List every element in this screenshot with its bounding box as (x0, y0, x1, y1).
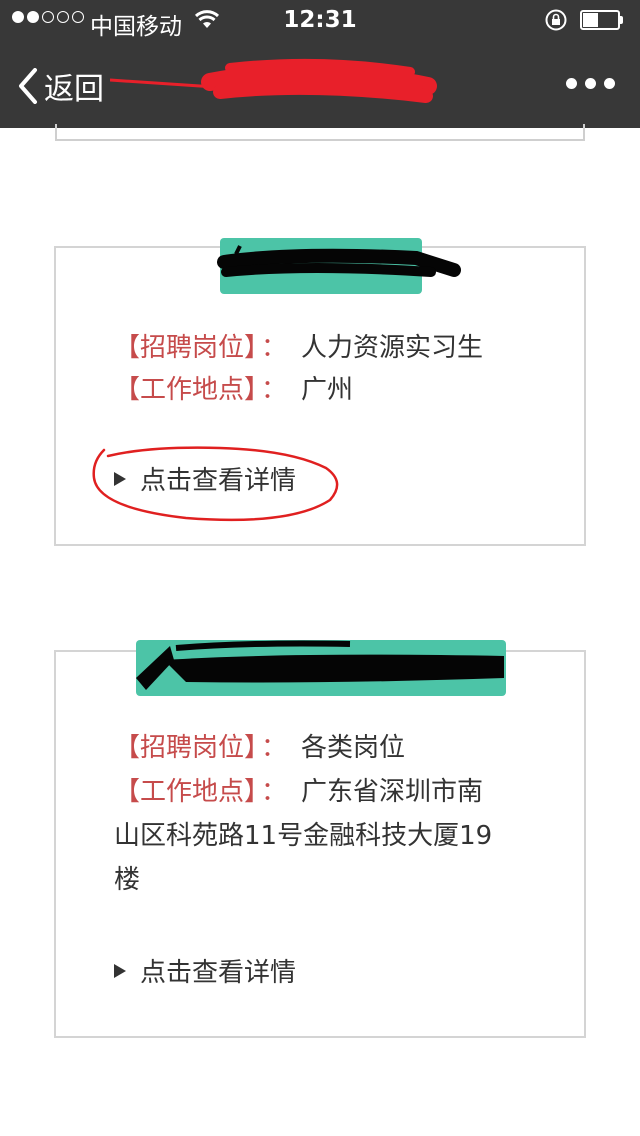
battery-icon (580, 10, 624, 30)
position-row: 【招聘岗位】： 各类岗位 (114, 726, 405, 770)
redacted-title-scribble (110, 58, 437, 103)
job-list: 【招聘岗位】：人力资源实习生 【工作地点】：广州 点击查看详情 【招聘岗位】：各… (0, 124, 640, 1136)
location-value: 广州 (301, 375, 354, 405)
position-row: 【招聘岗位】： 人力资源实习生 (114, 326, 483, 370)
back-label: 返回 (44, 72, 104, 107)
view-details-label: 点击查看详情 (140, 958, 297, 988)
navigation-bar: 返回 (0, 40, 640, 128)
colon: ： (261, 777, 288, 807)
position-value: 各类岗位 (301, 733, 406, 763)
view-details-link[interactable]: 点击查看详情 (114, 952, 296, 989)
previous-card-edge (55, 124, 585, 141)
redacted-company-name (217, 245, 461, 277)
location-label: 【工作地点】 (114, 375, 258, 405)
colon: ： (261, 733, 288, 763)
location-continuation: 山区科苑路11号金融科技大厦19 (114, 814, 492, 858)
location-row: 【工作地点】： 广州 (114, 368, 353, 412)
chevron-left-icon (19, 68, 37, 104)
back-button[interactable]: 返回 (18, 64, 104, 108)
colon: ： (261, 375, 288, 405)
rotation-lock-icon (544, 8, 568, 36)
location-value-line3: 楼 (114, 865, 141, 895)
position-label: 【招聘岗位】 (114, 333, 258, 363)
location-value-line1: 广东省深圳市南 (301, 777, 484, 807)
position-label: 【招聘岗位】 (114, 733, 258, 763)
colon: ： (261, 333, 288, 363)
play-triangle-icon (114, 963, 126, 978)
more-options-button[interactable] (566, 78, 615, 89)
position-value: 人力资源实习生 (301, 333, 484, 363)
location-row: 【工作地点】： 广东省深圳市南 (114, 770, 483, 814)
location-label: 【工作地点】 (114, 777, 258, 807)
annotation-circle (92, 446, 339, 522)
location-continuation: 楼 (114, 858, 140, 902)
location-value-line2: 山区科苑路11号金融科技大厦19 (114, 821, 493, 851)
redacted-company-name (136, 640, 504, 690)
job-card: 【招聘岗位】： 各类岗位 【工作地点】： 广东省深圳市南 山区科苑路11号金融科技大… (54, 640, 586, 1038)
status-bar: 中国移动 12:31 (0, 0, 640, 40)
